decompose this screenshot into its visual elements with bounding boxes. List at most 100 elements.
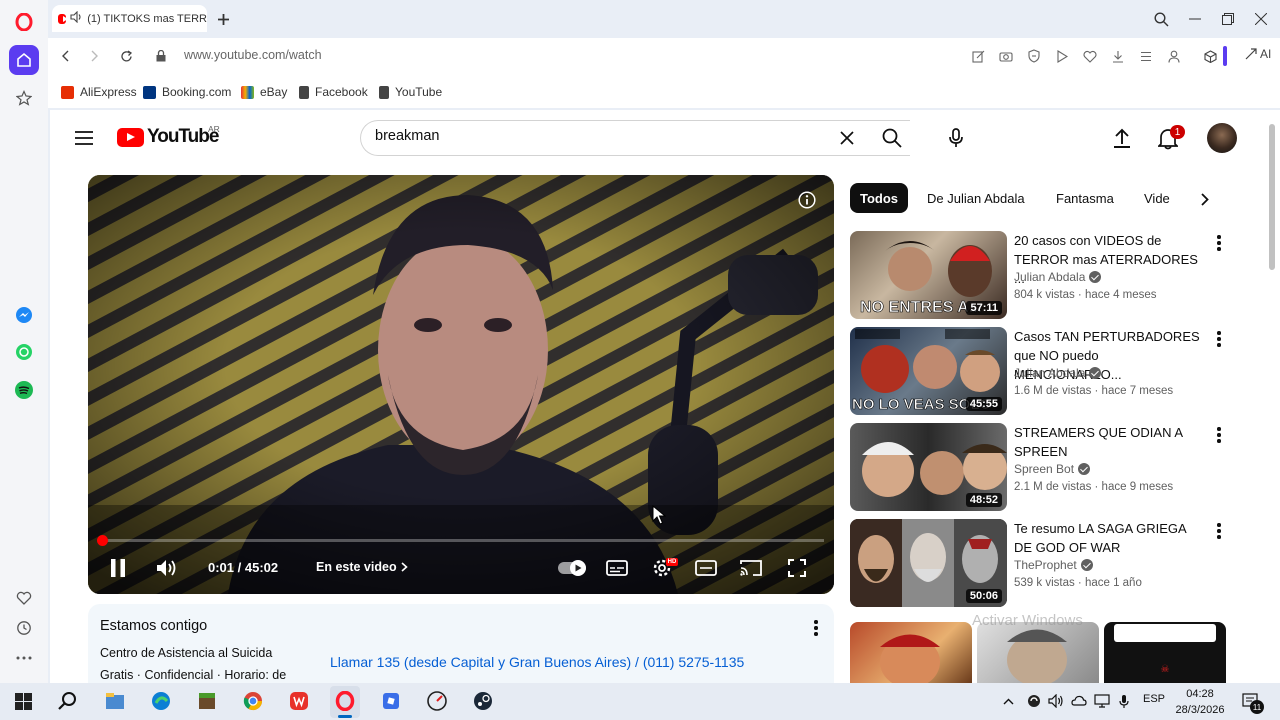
- microphone-icon[interactable]: [1113, 688, 1135, 714]
- chip-fantasma[interactable]: Fantasma: [1046, 183, 1124, 213]
- video-title[interactable]: Te resumo LA SAGA GRIEGA DE GOD OF WAR: [1014, 519, 1206, 557]
- roblox-icon[interactable]: [377, 688, 405, 714]
- channel-name[interactable]: Spreen Bot: [1014, 462, 1091, 476]
- upload-icon[interactable]: [1110, 125, 1134, 151]
- progress-bar[interactable]: [98, 539, 824, 542]
- hamburger-menu-icon[interactable]: [72, 126, 96, 150]
- profile-icon[interactable]: [1165, 47, 1183, 65]
- video-thumbnail[interactable]: [850, 622, 972, 683]
- menu-lines-icon[interactable]: [1137, 47, 1155, 65]
- scrollbar[interactable]: [1266, 110, 1280, 683]
- recommendation-1[interactable]: NO ENTRES A... 57:11 20 casos con VIDEOS…: [850, 231, 1230, 319]
- bookmark-ebay[interactable]: eBay: [241, 83, 287, 101]
- opera-logo-icon[interactable]: [9, 7, 39, 37]
- chevron-right-icon[interactable]: [1195, 189, 1215, 209]
- search-tabs-icon[interactable]: [1150, 8, 1172, 30]
- info-icon[interactable]: [796, 189, 818, 211]
- autoplay-toggle[interactable]: [556, 556, 588, 580]
- speaker-icon[interactable]: [70, 10, 83, 26]
- windows-start-icon[interactable]: [9, 688, 37, 714]
- heart-icon[interactable]: [9, 583, 39, 613]
- clear-search-icon[interactable]: [836, 127, 858, 149]
- bookmark-booking[interactable]: Booking.com: [143, 83, 231, 101]
- video-thumbnail[interactable]: 50:06: [850, 519, 1007, 607]
- video-thumbnail[interactable]: NO ENTRES A... 57:11: [850, 231, 1007, 319]
- restore-button[interactable]: [1217, 8, 1239, 30]
- fullscreen-icon[interactable]: [784, 556, 810, 580]
- search-icon[interactable]: [54, 688, 82, 714]
- theater-mode-icon[interactable]: [693, 556, 719, 580]
- download-icon[interactable]: [1109, 47, 1127, 65]
- recommendation-4[interactable]: 50:06 Te resumo LA SAGA GRIEGA DE GOD OF…: [850, 519, 1230, 607]
- avatar[interactable]: [1207, 123, 1237, 153]
- volume-icon[interactable]: [152, 554, 182, 582]
- tab-active[interactable]: (1) TIKTOKS mas TERR: [52, 5, 207, 32]
- video-thumbnail[interactable]: NO LO VEAS SOLO 45:55: [850, 327, 1007, 415]
- video-more-icon[interactable]: [1214, 235, 1224, 253]
- recommendation-3[interactable]: 48:52 STREAMERS QUE ODIAN A SPREEN Spree…: [850, 423, 1230, 511]
- home-icon[interactable]: [9, 45, 39, 75]
- video-title[interactable]: STREAMERS QUE ODIAN A SPREEN: [1014, 423, 1206, 461]
- back-button[interactable]: [56, 47, 74, 65]
- youtube-logo[interactable]: YouTube: [117, 126, 219, 148]
- info-card-phone-link[interactable]: Llamar 135 (desde Capital y Gran Buenos …: [330, 654, 744, 670]
- volume-icon[interactable]: [1045, 688, 1067, 714]
- video-thumbnail[interactable]: 48:52: [850, 423, 1007, 511]
- ai-button[interactable]: AI: [1244, 47, 1271, 61]
- forward-button[interactable]: [86, 47, 104, 65]
- spotify-icon[interactable]: [9, 375, 39, 405]
- language-indicator[interactable]: ESP: [1143, 693, 1165, 705]
- progress-scrubber[interactable]: [97, 535, 108, 546]
- video-more-icon[interactable]: [1214, 427, 1224, 445]
- opera-icon[interactable]: [331, 688, 359, 714]
- onedrive-icon[interactable]: [1068, 688, 1090, 714]
- video-more-icon[interactable]: [1214, 331, 1224, 349]
- whatsapp-icon[interactable]: [9, 337, 39, 367]
- channel-name[interactable]: TheProphet: [1014, 558, 1093, 572]
- pause-icon[interactable]: [104, 554, 132, 582]
- cast-icon[interactable]: [738, 556, 764, 580]
- wps-office-icon[interactable]: [285, 688, 313, 714]
- more-icon[interactable]: [9, 643, 39, 673]
- chrome-icon[interactable]: [239, 688, 267, 714]
- lock-icon[interactable]: [154, 48, 168, 64]
- extensions-icon[interactable]: [1201, 47, 1219, 65]
- favorite-icon[interactable]: [1081, 47, 1099, 65]
- chevron-up-icon[interactable]: [999, 688, 1017, 714]
- speedometer-icon[interactable]: [423, 688, 451, 714]
- play-icon[interactable]: [1053, 47, 1071, 65]
- chip-de-julian-abdala[interactable]: De Julian Abdala: [917, 183, 1035, 213]
- history-icon[interactable]: [9, 613, 39, 643]
- chapters-button[interactable]: En este video: [316, 560, 408, 574]
- bookmark-aliexpress[interactable]: AliExpress: [61, 83, 137, 101]
- reload-button[interactable]: [117, 47, 135, 65]
- microphone-icon[interactable]: [944, 125, 968, 151]
- camera-icon[interactable]: [997, 47, 1015, 65]
- tray-app-icon[interactable]: [1023, 688, 1045, 714]
- search-icon[interactable]: [880, 126, 904, 150]
- star-icon[interactable]: [9, 83, 39, 113]
- steam-icon[interactable]: [469, 688, 497, 714]
- search-input[interactable]: breakman: [375, 128, 439, 144]
- minecraft-icon[interactable]: [193, 688, 221, 714]
- clock[interactable]: 04:28 28/3/2026: [1170, 686, 1230, 718]
- channel-name[interactable]: Julian Abdala: [1014, 270, 1102, 284]
- new-tab-button[interactable]: [214, 10, 232, 28]
- network-icon[interactable]: [1091, 688, 1113, 714]
- messenger-icon[interactable]: [9, 300, 39, 330]
- bookmark-youtube[interactable]: YouTube: [379, 83, 442, 101]
- file-explorer-icon[interactable]: [101, 688, 129, 714]
- close-window-button[interactable]: [1250, 8, 1272, 30]
- video-thumbnail[interactable]: [977, 622, 1099, 683]
- edge-icon[interactable]: [147, 688, 175, 714]
- video-more-icon[interactable]: [1214, 523, 1224, 541]
- recommendation-2[interactable]: NO LO VEAS SOLO 45:55 Casos TAN PERTURBA…: [850, 327, 1230, 415]
- bookmark-facebook[interactable]: Facebook: [299, 83, 368, 101]
- chip-todos[interactable]: Todos: [850, 183, 909, 213]
- minimize-button[interactable]: [1184, 8, 1206, 30]
- video-thumbnail[interactable]: ☠: [1104, 622, 1226, 683]
- url-field[interactable]: www.youtube.com/watch: [184, 48, 322, 62]
- channel-name[interactable]: Julian Abdala: [1014, 366, 1102, 380]
- video-player[interactable]: [88, 175, 834, 594]
- shield-icon[interactable]: [1025, 47, 1043, 65]
